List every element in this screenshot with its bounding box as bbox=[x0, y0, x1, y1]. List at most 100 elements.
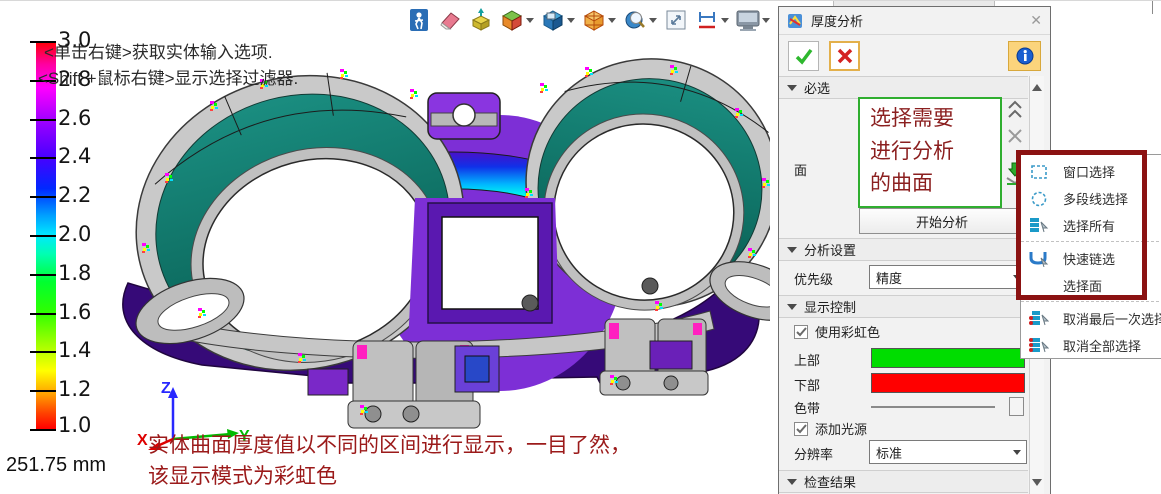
scale-tick bbox=[30, 235, 56, 237]
cancel-x-icon bbox=[836, 47, 854, 65]
section-check-results-label: 检查结果 bbox=[804, 472, 856, 491]
dropdown-arrow[interactable] bbox=[721, 18, 729, 23]
deselect-last-icon bbox=[1029, 310, 1049, 328]
display-mode-icon[interactable] bbox=[735, 8, 770, 33]
dialog-title-bar[interactable]: 厚度分析 ✕ bbox=[779, 7, 1050, 35]
scale-tick bbox=[30, 390, 56, 392]
lower-color-swatch[interactable] bbox=[871, 373, 1025, 393]
dropdown-arrow[interactable] bbox=[567, 18, 575, 23]
nx-graphics-window: 3.0 2.8 2.6 2.4 2.2 2.0 1.8 1.6 1.4 1.2 … bbox=[0, 0, 1161, 494]
start-analysis-button[interactable]: 开始分析 bbox=[859, 208, 1025, 234]
status-hint-line2: <Shift +鼠标右键>显示选择过滤器. bbox=[38, 64, 298, 89]
walkthrough-icon[interactable] bbox=[406, 8, 431, 33]
collapse-triangle-icon bbox=[787, 304, 797, 310]
menu-item-label: 选择所有 bbox=[1063, 216, 1115, 235]
priority-label: 优先级 bbox=[794, 269, 833, 288]
color-band-label: 色带 bbox=[794, 398, 820, 417]
menu-item-deselect-last[interactable]: 取消最后一次选择 bbox=[1021, 305, 1161, 332]
section-required[interactable]: 必选 bbox=[779, 76, 1028, 99]
menu-item-label: 快速链选 bbox=[1063, 249, 1115, 268]
section-display-control-label: 显示控制 bbox=[804, 297, 856, 316]
scale-tick bbox=[30, 274, 56, 276]
priority-value: 精度 bbox=[876, 268, 902, 287]
zoom-search-icon[interactable] bbox=[622, 8, 657, 33]
deselect-all-icon bbox=[1029, 337, 1049, 355]
menu-item-window-select[interactable]: 窗口选择 bbox=[1021, 158, 1161, 185]
info-button[interactable] bbox=[1008, 41, 1041, 71]
x-axis-label: X bbox=[137, 432, 148, 449]
wireframe-view-icon[interactable] bbox=[581, 8, 616, 33]
check-icon bbox=[794, 47, 814, 65]
scale-label: 2.4 bbox=[58, 144, 118, 168]
measure-distance-icon[interactable] bbox=[694, 8, 729, 33]
section-analysis-settings-label: 分析设置 bbox=[804, 240, 856, 259]
dropdown-arrow[interactable] bbox=[526, 18, 534, 23]
ok-button[interactable] bbox=[788, 41, 819, 71]
add-light-checkbox[interactable]: 添加光源 bbox=[794, 419, 867, 438]
scale-tick bbox=[30, 351, 56, 353]
scale-label: 1.2 bbox=[58, 377, 118, 401]
checkbox-checked-icon[interactable] bbox=[794, 422, 808, 436]
resolution-value: 标准 bbox=[876, 443, 902, 462]
upper-label: 上部 bbox=[794, 350, 820, 369]
section-display-control[interactable]: 显示控制 bbox=[779, 295, 1028, 318]
menu-item-quick-chain-select[interactable]: 快速链选 bbox=[1021, 245, 1161, 272]
priority-dropdown[interactable]: 精度 bbox=[869, 265, 1027, 289]
scale-tick bbox=[30, 313, 56, 315]
scale-tick bbox=[30, 429, 56, 431]
scale-label: 2.6 bbox=[58, 106, 118, 130]
color-band-slider-handle[interactable] bbox=[1009, 397, 1024, 416]
fit-window-icon[interactable] bbox=[663, 8, 688, 33]
annotation-bottom-line1: 实体曲面厚度值以不同的区间进行显示，一目了然， bbox=[148, 429, 631, 459]
add-light-label: 添加光源 bbox=[815, 419, 867, 438]
section-check-results[interactable]: 检查结果 bbox=[779, 470, 1028, 493]
annotation-bottom-line2: 该显示模式为彩虹色 bbox=[148, 460, 337, 490]
extract-geometry-icon[interactable] bbox=[468, 8, 493, 33]
upper-color-swatch[interactable] bbox=[871, 348, 1025, 368]
menu-item-select-all[interactable]: 选择所有 bbox=[1021, 212, 1161, 239]
color-band-slider-track[interactable] bbox=[871, 406, 995, 408]
double-chevron-up-icon[interactable] bbox=[1004, 100, 1026, 120]
eraser-icon[interactable] bbox=[437, 8, 462, 33]
scroll-down-icon[interactable] bbox=[1032, 479, 1042, 486]
use-rainbow-label: 使用彩虹色 bbox=[815, 322, 880, 341]
collapse-triangle-icon bbox=[787, 85, 797, 91]
surface-selection-annotation: 选择需要 进行分析 的曲面 bbox=[858, 97, 1002, 208]
status-hint-line1: <单击右键>获取实体输入选项. bbox=[44, 38, 273, 63]
scroll-up-icon[interactable] bbox=[1032, 84, 1042, 91]
dropdown-arrow[interactable] bbox=[608, 18, 616, 23]
scale-label: 1.8 bbox=[58, 261, 118, 285]
measurement-readout: 251.75 mm bbox=[6, 454, 106, 477]
resolution-dropdown[interactable]: 标准 bbox=[869, 440, 1027, 464]
annotation-line: 的曲面 bbox=[870, 167, 1000, 200]
menu-item-polyline-select[interactable]: 多段线选择 bbox=[1021, 185, 1161, 212]
section-analysis-settings[interactable]: 分析设置 bbox=[779, 238, 1028, 261]
scale-label: 1.6 bbox=[58, 300, 118, 324]
face-label: 面 bbox=[794, 160, 807, 179]
orient-view-icon[interactable] bbox=[540, 8, 575, 33]
quick-chain-select-icon bbox=[1029, 250, 1049, 268]
menu-item-label: 取消全部选择 bbox=[1063, 336, 1141, 355]
checkbox-checked-icon[interactable] bbox=[794, 325, 808, 339]
view-toolbar bbox=[406, 6, 807, 34]
scale-label: 1.4 bbox=[58, 338, 118, 362]
menu-item-select-face[interactable]: 选择面 bbox=[1021, 272, 1161, 299]
cancel-button[interactable] bbox=[829, 41, 860, 71]
dropdown-arrow[interactable] bbox=[762, 18, 770, 23]
menu-separator bbox=[1021, 241, 1161, 242]
annotation-line: 选择需要 bbox=[870, 102, 1000, 135]
dropdown-arrow[interactable] bbox=[649, 18, 657, 23]
panel-separator bbox=[1152, 1, 1153, 14]
scale-label: 1.0 bbox=[58, 413, 118, 437]
scale-tick bbox=[30, 157, 56, 159]
shaded-view-icon[interactable] bbox=[499, 8, 534, 33]
menu-separator bbox=[1021, 301, 1161, 302]
use-rainbow-checkbox[interactable]: 使用彩虹色 bbox=[794, 322, 880, 341]
close-icon[interactable]: ✕ bbox=[1030, 12, 1042, 29]
collapse-triangle-icon bbox=[787, 479, 797, 485]
menu-item-label: 取消最后一次选择 bbox=[1063, 309, 1161, 328]
clear-selection-x-icon[interactable] bbox=[1004, 128, 1026, 144]
menu-item-label: 窗口选择 bbox=[1063, 162, 1115, 181]
menu-item-deselect-all[interactable]: 取消全部选择 bbox=[1021, 332, 1161, 359]
scale-tick bbox=[30, 119, 56, 121]
